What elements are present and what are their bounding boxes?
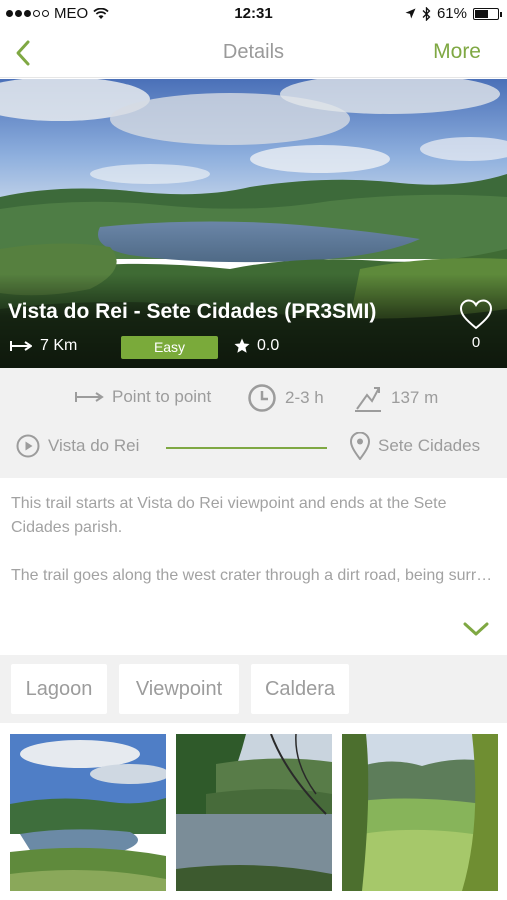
elevation-icon — [355, 387, 381, 412]
difficulty-badge: Easy — [121, 336, 218, 359]
elevation-label: 137 m — [391, 388, 439, 407]
rating-value: 0.0 — [257, 337, 280, 354]
gallery-photo[interactable] — [176, 734, 332, 891]
route-type-label: Point to point — [112, 387, 212, 406]
start-point: Vista do Rei — [16, 434, 139, 458]
valley-fields-photo — [342, 734, 498, 891]
gallery-photo[interactable] — [10, 734, 166, 891]
map-pin-icon — [350, 432, 370, 460]
battery-fill — [475, 9, 489, 18]
tag-viewpoint[interactable]: Viewpoint — [119, 664, 239, 714]
lagoon-photo — [10, 734, 166, 891]
elevation: 137 m — [353, 383, 438, 413]
location-arrow-icon — [405, 8, 416, 19]
bluetooth-icon — [422, 6, 431, 21]
clock-icon — [248, 384, 276, 412]
battery-icon — [473, 7, 502, 20]
tag-lagoon[interactable]: Lagoon — [11, 664, 107, 714]
gallery-photo[interactable] — [342, 734, 498, 891]
chevron-down-icon[interactable] — [461, 619, 491, 639]
trail-title: Vista do Rei - Sete Cidades (PR3SMI) — [8, 300, 377, 323]
play-circle-icon — [16, 434, 40, 458]
distance: 7 Km — [10, 337, 77, 355]
battery-percent: 61% — [436, 5, 467, 22]
more-button[interactable]: More — [433, 40, 481, 64]
route-line — [166, 447, 327, 449]
tag-list: Lagoon Viewpoint Caldera — [0, 655, 507, 723]
star-icon — [234, 338, 250, 353]
status-bar: MEO 12:31 61% — [0, 0, 507, 28]
distance-arrow-icon — [10, 341, 32, 351]
route-type: Point to point — [74, 387, 211, 407]
end-point: Sete Cidades — [350, 432, 480, 460]
nav-bar: Details More — [0, 28, 507, 78]
hero-image: Vista do Rei - Sete Cidades (PR3SMI) 7 K… — [0, 79, 507, 368]
start-point-label: Vista do Rei — [48, 436, 140, 455]
page-title: Details — [222, 41, 285, 63]
description-paragraph: The trail goes along the west crater thr… — [11, 567, 497, 584]
trail-info-panel: Point to point 2-3 h 137 m Vista do Rei … — [0, 368, 507, 478]
duration: 2-3 h — [247, 383, 324, 413]
favorites-count: 0 — [471, 334, 481, 351]
status-right: 61% — [405, 5, 502, 22]
trail-description: This trail starts at Vista do Rei viewpo… — [11, 492, 497, 588]
description-paragraph: This trail starts at Vista do Rei viewpo… — [11, 495, 447, 536]
duration-label: 2-3 h — [285, 388, 324, 407]
heart-icon[interactable] — [459, 298, 493, 332]
lake-forest-photo — [176, 734, 332, 891]
tag-caldera[interactable]: Caldera — [251, 664, 349, 714]
rating: 0.0 — [233, 337, 279, 355]
distance-value: 7 Km — [40, 337, 78, 354]
point-to-point-icon — [75, 392, 104, 402]
end-point-label: Sete Cidades — [378, 436, 481, 455]
